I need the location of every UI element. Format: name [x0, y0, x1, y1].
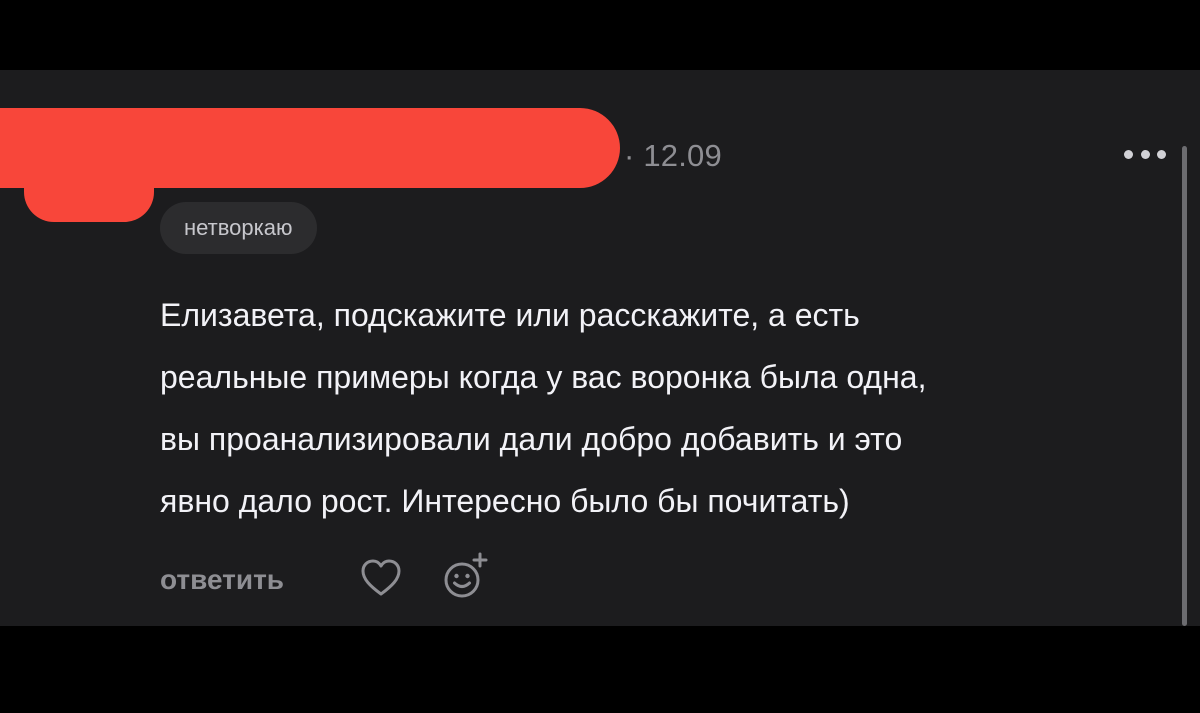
author-tag-badge[interactable]: нетворкаю: [160, 202, 317, 254]
redacted-author-avatar: [24, 160, 154, 222]
comment-text: Елизавета, подскажите или расскажите, а …: [160, 297, 927, 519]
reply-button[interactable]: ответить: [160, 564, 284, 596]
comment-date: · 12.09: [624, 138, 722, 173]
more-dot-icon: [1124, 149, 1133, 159]
scrollbar[interactable]: [1182, 146, 1187, 626]
comment-card: · 12.09 нетворкаю Елизавета, подскажите …: [0, 70, 1200, 626]
add-reaction-icon[interactable]: [440, 550, 492, 602]
more-dot-icon: [1157, 149, 1166, 159]
screenshot-frame: · 12.09 нетворкаю Елизавета, подскажите …: [0, 0, 1200, 713]
more-dot-icon: [1140, 149, 1150, 159]
heart-icon[interactable]: [358, 556, 404, 602]
more-options-button[interactable]: [1124, 142, 1166, 166]
